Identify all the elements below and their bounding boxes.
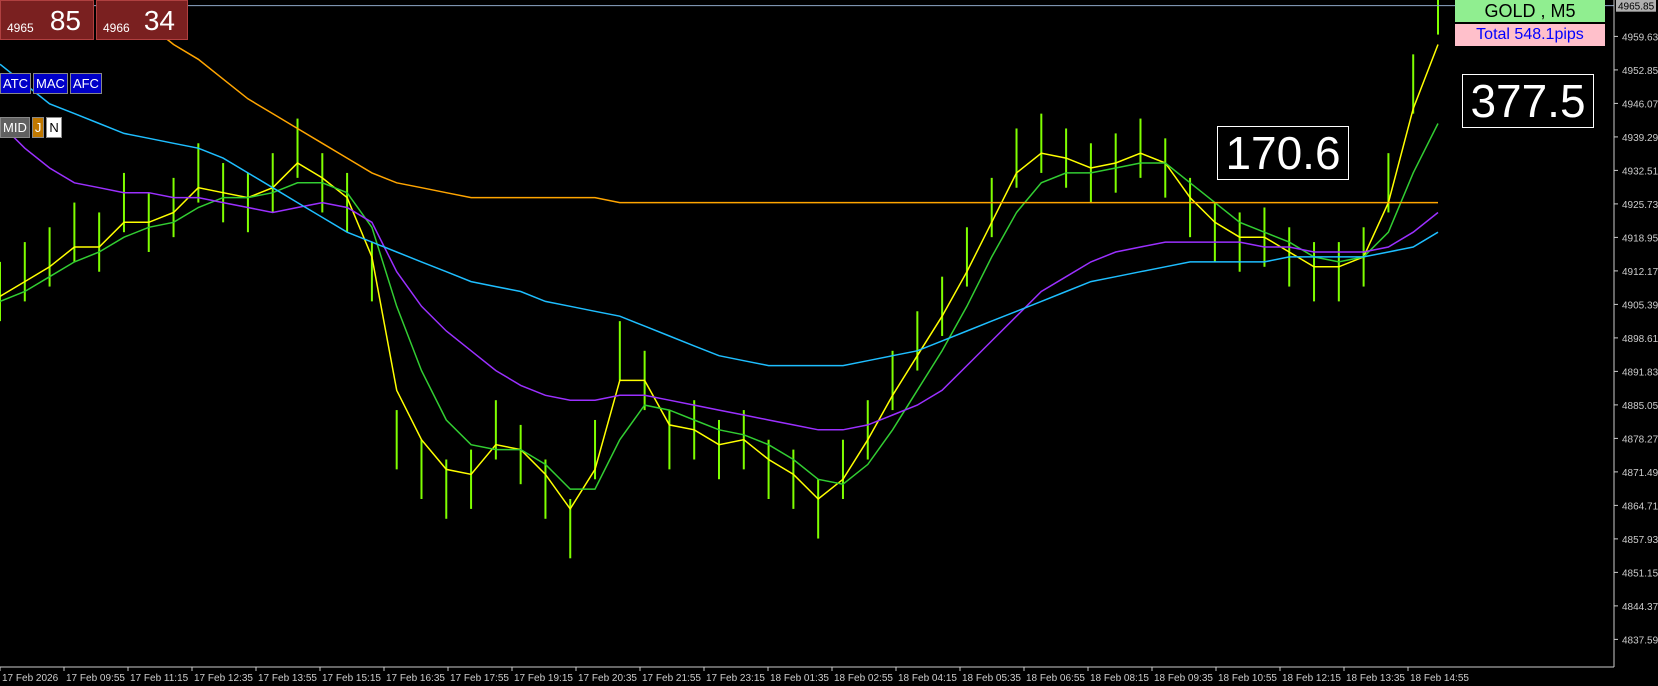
x-tick-label: 18 Feb 09:35 [1154, 673, 1213, 684]
y-tick-label: 4898.61 [1622, 334, 1658, 345]
atc-button[interactable]: ATC [0, 73, 32, 94]
ask-pips: 34 [143, 5, 175, 36]
ask-price-box[interactable]: 4966 34 [96, 0, 188, 40]
y-tick-label: 4918.95 [1622, 233, 1658, 244]
y-tick-label: 4959.63 [1622, 32, 1658, 43]
x-tick-label: 17 Feb 21:55 [642, 673, 701, 684]
x-tick-label: 18 Feb 05:35 [962, 673, 1021, 684]
x-tick-label: 18 Feb 13:35 [1346, 673, 1405, 684]
x-tick-label: 18 Feb 08:15 [1090, 673, 1149, 684]
y-tick-label: 4885.05 [1622, 401, 1658, 412]
x-tick-label: 17 Feb 23:15 [706, 673, 765, 684]
mid-button[interactable]: MID [0, 117, 30, 138]
x-tick-label: 17 Feb 16:35 [386, 673, 445, 684]
x-tick-label: 17 Feb 17:55 [450, 673, 509, 684]
y-tick-label: 4905.39 [1622, 300, 1658, 311]
x-tick-label: 18 Feb 10:55 [1218, 673, 1277, 684]
current-price-label: 4965.85 [1618, 2, 1655, 13]
y-tick-label: 4857.93 [1622, 535, 1658, 546]
price-chart[interactable]: 4965.85 4959.63 4952.85 4946.07 4939.29 4932.… [0, 0, 1658, 686]
y-tick-label: 4952.85 [1622, 66, 1658, 77]
y-tick-label: 4912.17 [1622, 267, 1658, 278]
x-tick-label: 17 Feb 19:15 [514, 673, 573, 684]
y-tick-label: 4864.71 [1622, 501, 1658, 512]
y-tick-label: 4925.73 [1622, 200, 1658, 211]
bid-price-box[interactable]: 4965 85 [0, 0, 94, 40]
y-tick-label: 4851.15 [1622, 568, 1658, 579]
axes: 4965.85 4959.63 4952.85 4946.07 4939.29 4932.… [0, 0, 1658, 684]
x-tick-label: 17 Feb 20:35 [578, 673, 637, 684]
y-tick-label: 4844.37 [1622, 602, 1658, 613]
x-tick-label: 17 Feb 15:15 [322, 673, 381, 684]
x-tick-label: 17 Feb 09:55 [66, 673, 125, 684]
y-tick-label: 4932.51 [1622, 166, 1658, 177]
x-tick-label: 18 Feb 14:55 [1410, 673, 1469, 684]
x-tick-label: 18 Feb 04:15 [898, 673, 957, 684]
y-tick-label: 4939.29 [1622, 133, 1658, 144]
afc-button[interactable]: AFC [69, 73, 102, 94]
value-box-right: 377.5 [1462, 74, 1594, 128]
x-tick-label: 18 Feb 01:35 [770, 673, 829, 684]
x-tick-label: 17 Feb 12:35 [194, 673, 253, 684]
y-tick-label: 4891.83 [1622, 367, 1658, 378]
bid-pips: 85 [49, 5, 81, 36]
x-tick-label: 18 Feb 02:55 [834, 673, 893, 684]
toolbar-row-2: MID J N [0, 117, 62, 138]
value-box-left: 170.6 [1217, 126, 1349, 180]
symbol-title: GOLD , M5 [1455, 0, 1605, 22]
mac-button[interactable]: MAC [33, 73, 68, 94]
candles [0, 0, 1439, 559]
y-tick-label: 4946.07 [1622, 99, 1658, 110]
bid-prefix: 4965 [7, 21, 34, 35]
total-pips: Total 548.1pips [1455, 24, 1605, 46]
x-tick-label: 18 Feb 06:55 [1026, 673, 1085, 684]
j-button[interactable]: J [31, 117, 45, 138]
x-tick-label: 17 Feb 11:15 [130, 673, 189, 684]
indicator-lines [0, 0, 1614, 511]
y-tick-label: 4878.27 [1622, 434, 1658, 445]
series-line-ma_blue [0, 63, 1439, 367]
toolbar-row-1: ATC MAC AFC [0, 73, 102, 94]
n-button[interactable]: N [46, 117, 62, 138]
y-tick-label: 4837.59 [1622, 635, 1658, 646]
x-tick-label: 18 Feb 12:15 [1282, 673, 1341, 684]
x-tick-label: 17 Feb 13:55 [258, 673, 317, 684]
x-tick-label: 17 Feb 2026 [2, 673, 59, 684]
ask-prefix: 4966 [103, 21, 130, 35]
y-tick-label: 4871.49 [1622, 468, 1658, 479]
